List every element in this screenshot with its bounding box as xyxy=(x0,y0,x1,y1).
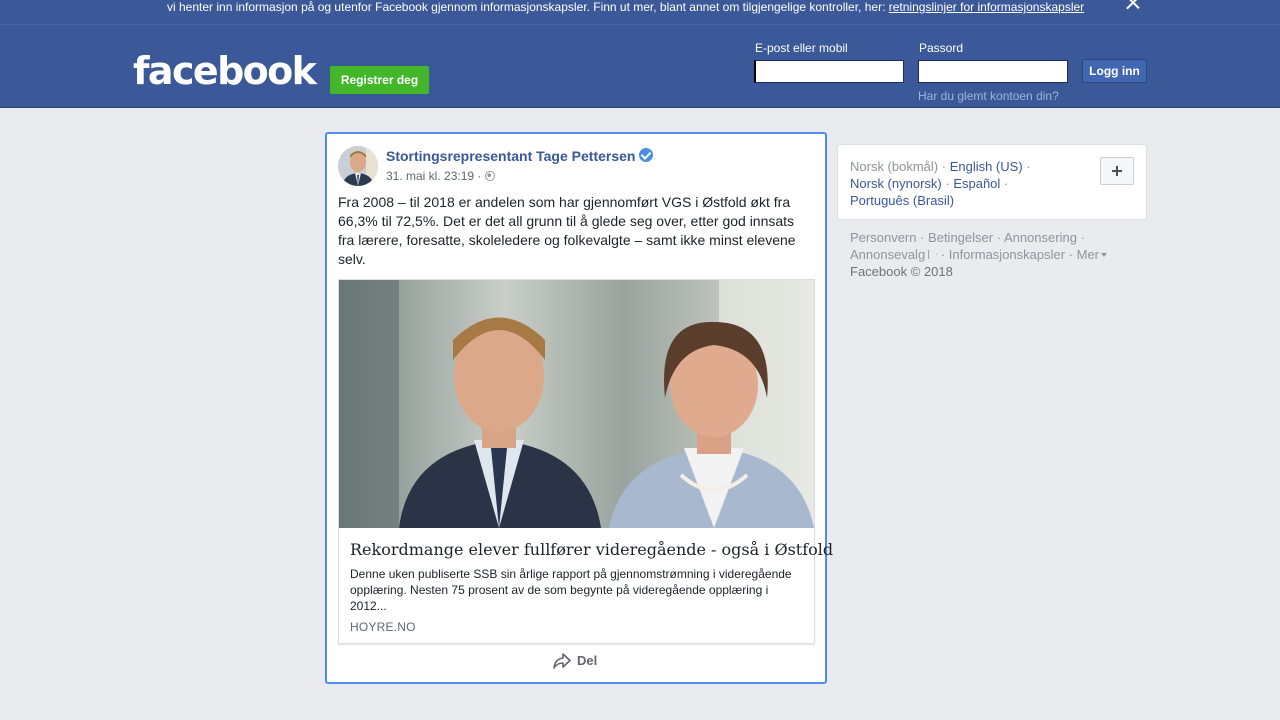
email-label: E-post eller mobil xyxy=(755,41,848,55)
post-time-text: 31. mai kl. 23:19 · xyxy=(386,169,482,183)
chevron-down-icon xyxy=(1101,253,1108,257)
language-selector: Norsk (bokmål) · English (US) · Norsk (n… xyxy=(837,144,1147,220)
globe-icon xyxy=(485,171,496,181)
post-timestamp[interactable]: 31. mai kl. 23:19 · xyxy=(386,169,496,183)
post-card: Stortingsrepresentant Tage Pettersen 31.… xyxy=(325,132,833,684)
link-preview-title[interactable]: Rekordmange elever fullfører videregåend… xyxy=(350,540,833,559)
footer-link-privacy[interactable]: Personvern xyxy=(850,230,916,245)
footer-link-terms[interactable]: Betingelser xyxy=(928,230,993,245)
close-icon[interactable] xyxy=(1124,0,1142,12)
language-option[interactable]: Norsk (nynorsk) xyxy=(850,176,942,191)
cookie-policy-link[interactable]: retningslinjer for informasjonskapsler xyxy=(889,0,1084,14)
language-option[interactable]: Español xyxy=(953,176,1000,191)
ad-choices-label: Annonsevalg xyxy=(850,247,926,262)
share-label: Del xyxy=(577,653,598,668)
link-preview-card[interactable]: Rekordmange elever fullfører videregåend… xyxy=(338,279,833,644)
register-button[interactable]: Registrer deg xyxy=(330,66,429,94)
login-button[interactable]: Logg inn xyxy=(1082,59,1147,83)
post-author-link[interactable]: Stortingsrepresentant Tage Pettersen xyxy=(386,148,635,164)
facebook-logo[interactable]: facebook xyxy=(133,51,317,91)
forgot-account-link[interactable]: Har du glemt kontoen din? xyxy=(918,89,1059,103)
footer-link-cookies[interactable]: Informasjonskapsler xyxy=(949,247,1065,262)
link-preview-domain: HOYRE.NO xyxy=(350,620,416,634)
share-icon xyxy=(553,653,571,669)
copyright-text: Facebook © 2018 xyxy=(850,264,953,279)
cookie-banner-text: vi henter inn informasjon på og utenfor … xyxy=(167,0,1084,14)
footer-link-ad-choices[interactable]: Annonsevalg xyxy=(850,247,938,262)
language-list: Norsk (bokmål) · English (US) · Norsk (n… xyxy=(850,159,1031,208)
link-preview-image[interactable] xyxy=(339,280,814,528)
post-body-text: Fra 2008 – til 2018 er andelen som har g… xyxy=(338,194,796,267)
footer-link-advertising[interactable]: Annonsering xyxy=(1004,230,1077,245)
cookie-banner-message: vi henter inn informasjon på og utenfor … xyxy=(167,0,889,14)
language-option[interactable]: Português (Brasil) xyxy=(850,193,954,208)
email-field[interactable] xyxy=(754,60,904,83)
footer-link-more[interactable]: Mer xyxy=(1076,247,1108,262)
cookie-banner: vi henter inn informasjon på og utenfor … xyxy=(0,0,1280,24)
author-avatar[interactable] xyxy=(338,146,378,186)
password-field[interactable] xyxy=(918,60,1068,83)
language-option[interactable]: English (US) xyxy=(950,159,1023,174)
more-label: Mer xyxy=(1076,247,1100,262)
more-languages-button[interactable] xyxy=(1100,157,1134,185)
language-current: Norsk (bokmål) xyxy=(850,159,939,174)
top-header: facebook Registrer deg E-post eller mobi… xyxy=(0,24,1280,108)
share-button[interactable]: Del xyxy=(553,653,597,675)
footer-links: Personvern · Betingelser · Annonsering ·… xyxy=(850,229,1140,280)
verified-badge-icon xyxy=(639,148,653,162)
password-label: Passord xyxy=(919,41,964,55)
ad-choices-icon xyxy=(928,250,938,259)
link-preview-description: Denne uken publiserte SSB sin årlige rap… xyxy=(350,567,792,613)
